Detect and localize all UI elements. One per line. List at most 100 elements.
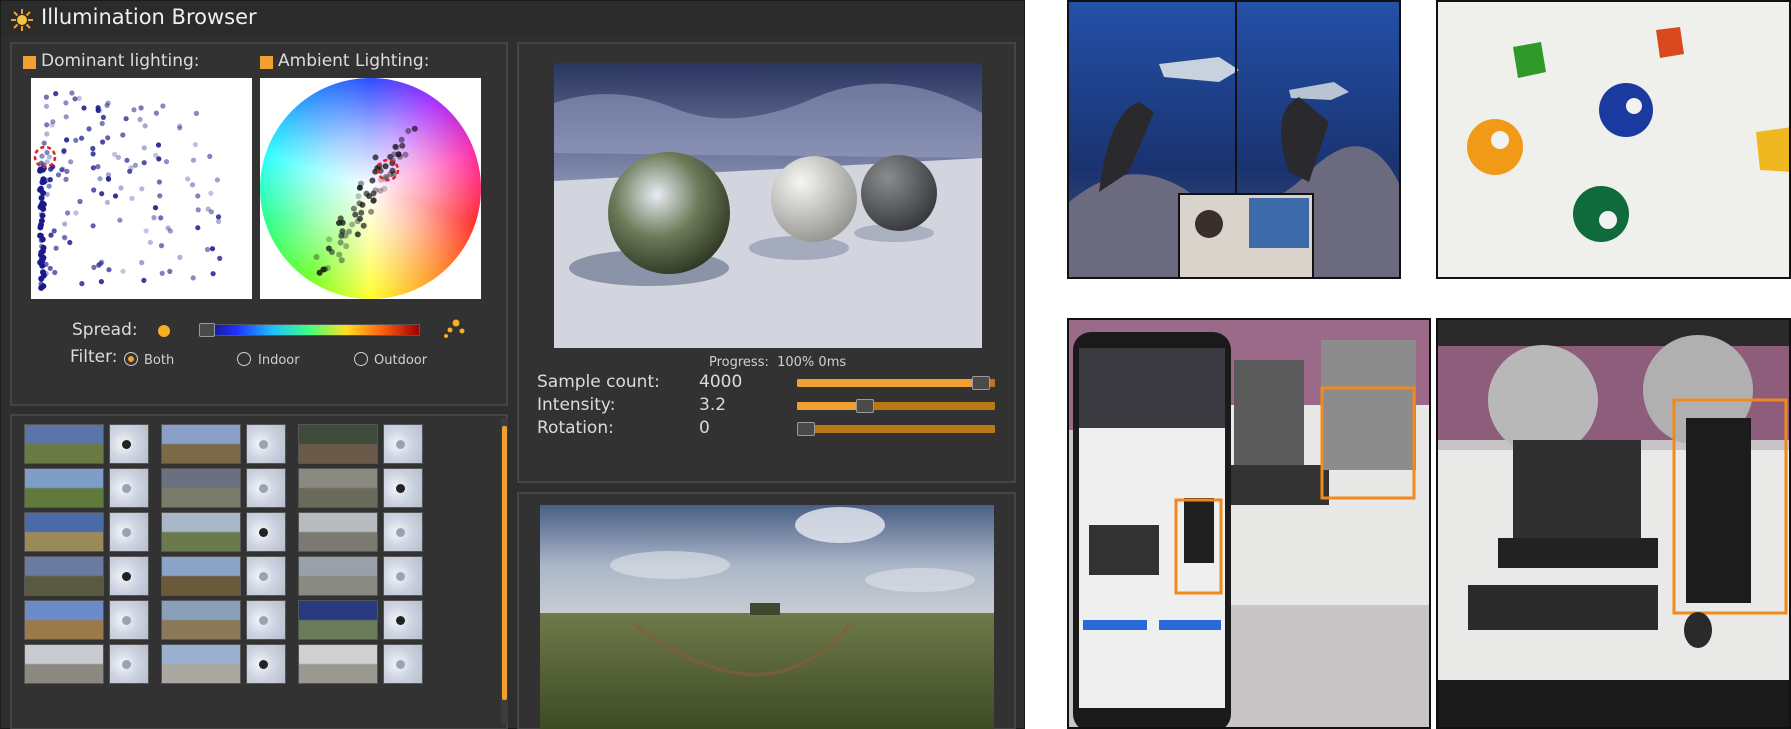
dominant-light-point[interactable] xyxy=(215,214,222,220)
dominant-light-point[interactable] xyxy=(177,254,183,260)
ambient-light-point[interactable] xyxy=(377,187,384,194)
dominant-light-point[interactable] xyxy=(100,114,106,120)
environment-thumbnail[interactable] xyxy=(161,468,241,508)
dominant-light-point[interactable] xyxy=(139,186,145,192)
dominant-light-point[interactable] xyxy=(195,207,201,213)
ambient-light-point[interactable] xyxy=(360,222,367,229)
dominant-light-point[interactable] xyxy=(68,159,74,165)
ambient-light-point[interactable] xyxy=(398,136,405,143)
spread-slider-thumb[interactable] xyxy=(199,323,215,337)
dominant-light-point[interactable] xyxy=(37,224,44,231)
ambient-light-point[interactable] xyxy=(354,231,361,238)
dominant-light-point[interactable] xyxy=(195,225,201,231)
light-probe-thumbnail[interactable] xyxy=(109,644,149,684)
dominant-light-point[interactable] xyxy=(98,279,104,285)
dominant-light-point[interactable] xyxy=(65,210,71,216)
dominant-light-point[interactable] xyxy=(177,125,183,131)
environment-thumbnail[interactable] xyxy=(298,424,378,464)
dominant-light-point[interactable] xyxy=(77,198,83,205)
environment-thumbnail[interactable] xyxy=(298,644,378,684)
dominant-light-point[interactable] xyxy=(131,107,137,113)
environment-thumbnail[interactable] xyxy=(298,600,378,640)
filter-radio-both[interactable] xyxy=(124,352,138,366)
dominant-light-point[interactable] xyxy=(190,275,196,281)
dominant-light-point[interactable] xyxy=(73,210,79,216)
ambient-light-point[interactable] xyxy=(336,251,343,258)
dominant-lighting-scatter[interactable] xyxy=(31,78,252,299)
dominant-light-point[interactable] xyxy=(104,199,110,205)
dominant-light-point[interactable] xyxy=(37,259,44,266)
dominant-light-point[interactable] xyxy=(147,239,153,245)
dominant-light-point[interactable] xyxy=(73,137,79,143)
dominant-light-point[interactable] xyxy=(190,157,197,163)
environment-thumbnail[interactable] xyxy=(161,424,241,464)
dominant-light-point[interactable] xyxy=(157,193,163,199)
filter-option-outdoor[interactable]: Outdoor xyxy=(374,353,427,368)
dominant-light-point[interactable] xyxy=(167,268,173,274)
environment-panorama[interactable] xyxy=(540,505,994,729)
dominant-light-point[interactable] xyxy=(63,176,69,182)
dominant-light-point[interactable] xyxy=(38,275,45,282)
light-probe-thumbnail[interactable] xyxy=(109,556,149,596)
dominant-light-point[interactable] xyxy=(105,135,111,141)
dominant-light-point[interactable] xyxy=(99,120,105,127)
environment-thumbnail[interactable] xyxy=(161,644,241,684)
dominant-light-point[interactable] xyxy=(79,135,85,141)
dominant-light-point[interactable] xyxy=(38,217,45,224)
environment-thumbnail[interactable] xyxy=(24,600,104,640)
environment-thumbnail[interactable] xyxy=(161,600,241,640)
dominant-light-point[interactable] xyxy=(91,264,97,270)
param-slider-thumb[interactable] xyxy=(971,376,990,390)
ambient-light-point[interactable] xyxy=(357,215,363,222)
dominant-light-point[interactable] xyxy=(95,164,101,170)
dominant-light-point[interactable] xyxy=(120,132,126,138)
ambient-light-point[interactable] xyxy=(313,254,320,260)
dominant-light-point[interactable] xyxy=(44,131,50,137)
dominant-light-point[interactable] xyxy=(44,149,50,156)
environment-thumbnail[interactable] xyxy=(161,512,241,552)
ambient-light-point[interactable] xyxy=(393,144,400,151)
dominant-light-point[interactable] xyxy=(217,255,223,261)
grid-scrollbar-thumb[interactable] xyxy=(502,426,507,700)
dominant-light-point[interactable] xyxy=(69,90,75,96)
dominant-light-point[interactable] xyxy=(207,153,213,159)
dominant-light-point[interactable] xyxy=(138,105,144,111)
dominant-light-point[interactable] xyxy=(90,165,96,171)
light-probe-thumbnail[interactable] xyxy=(383,512,423,552)
dominant-light-point[interactable] xyxy=(185,176,191,182)
dominant-light-point[interactable] xyxy=(132,162,138,168)
environment-thumbnail[interactable] xyxy=(24,468,104,508)
light-probe-thumbnail[interactable] xyxy=(109,512,149,552)
ambient-light-point[interactable] xyxy=(402,151,409,158)
dominant-light-point[interactable] xyxy=(123,116,129,122)
ambient-light-point[interactable] xyxy=(358,209,365,216)
dominant-light-point[interactable] xyxy=(39,236,46,243)
ambient-light-point[interactable] xyxy=(368,208,375,215)
ambient-light-point[interactable] xyxy=(356,184,363,191)
light-probe-thumbnail[interactable] xyxy=(246,600,286,640)
environment-thumbnail[interactable] xyxy=(298,556,378,596)
dominant-light-point[interactable] xyxy=(129,195,135,201)
environment-thumbnail[interactable] xyxy=(24,424,104,464)
light-probe-thumbnail[interactable] xyxy=(246,644,286,684)
dominant-light-point[interactable] xyxy=(112,193,119,199)
dominant-light-point[interactable] xyxy=(46,183,52,189)
dominant-light-point[interactable] xyxy=(106,267,112,273)
render-preview[interactable] xyxy=(554,63,982,348)
dominant-light-point[interactable] xyxy=(153,152,159,158)
environment-thumbnail[interactable] xyxy=(298,512,378,552)
param-slider[interactable] xyxy=(797,402,995,410)
dominant-light-point[interactable] xyxy=(51,228,57,234)
dominant-light-point[interactable] xyxy=(97,176,103,182)
dominant-light-point[interactable] xyxy=(43,94,49,100)
dominant-light-point[interactable] xyxy=(106,176,112,182)
dominant-light-point[interactable] xyxy=(112,151,118,157)
light-probe-thumbnail[interactable] xyxy=(109,468,149,508)
dominant-light-point[interactable] xyxy=(155,142,162,148)
dominant-light-point[interactable] xyxy=(53,245,59,251)
dominant-light-point[interactable] xyxy=(90,151,96,157)
dominant-scatter-svg[interactable] xyxy=(31,78,252,299)
light-probe-thumbnail[interactable] xyxy=(383,600,423,640)
ambient-light-point[interactable] xyxy=(343,243,350,250)
dominant-light-point[interactable] xyxy=(91,187,97,193)
